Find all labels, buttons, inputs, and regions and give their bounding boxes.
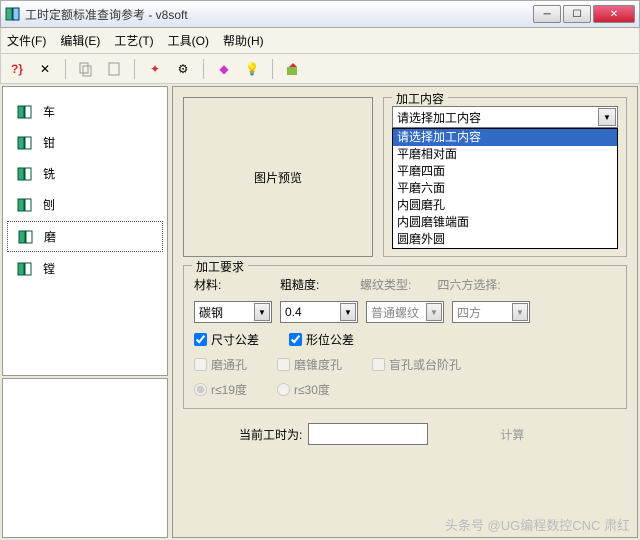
paste-icon[interactable] xyxy=(104,59,124,79)
minimize-button[interactable]: ─ xyxy=(533,5,561,23)
group-legend: 加工要求 xyxy=(192,258,248,275)
bulb-icon[interactable]: 💡 xyxy=(242,59,262,79)
book-icon xyxy=(18,230,34,244)
blind-hole-checkbox: 盲孔或台阶孔 xyxy=(372,356,461,373)
menu-edit[interactable]: 编辑(E) xyxy=(60,32,100,49)
copy-icon[interactable] xyxy=(76,59,96,79)
dropdown-option[interactable]: 平磨四面 xyxy=(393,163,617,180)
separator xyxy=(134,59,135,79)
material-label: 材料: xyxy=(194,276,234,293)
dropdown-option[interactable]: 平磨六面 xyxy=(393,180,617,197)
tree-label: 车 xyxy=(43,103,55,120)
titlebar: 工时定额标准查询参考 - v8soft ─ ☐ ✕ xyxy=(0,0,640,28)
tree-item-planer[interactable]: 刨 xyxy=(7,190,163,219)
exit-icon[interactable] xyxy=(283,59,303,79)
taper-hole-checkbox: 磨锥度孔 xyxy=(277,356,342,373)
thread-label: 螺纹类型: xyxy=(360,276,411,293)
toolbar: ?} ✕ ✦ ⚙ ◆ 💡 xyxy=(0,54,640,84)
dropdown-option[interactable]: 内圆磨锥端面 xyxy=(393,214,617,231)
separator xyxy=(272,59,273,79)
book-icon xyxy=(17,105,33,119)
tree-item-mill[interactable]: 铣 xyxy=(7,159,163,188)
chevron-down-icon[interactable]: ▼ xyxy=(340,303,356,321)
through-hole-checkbox: 磨通孔 xyxy=(194,356,247,373)
dropdown-option[interactable]: 内圆磨孔 xyxy=(393,197,617,214)
position-tolerance-checkbox[interactable]: 形位公差 xyxy=(289,331,354,348)
wand-icon[interactable]: ✦ xyxy=(145,59,165,79)
roughness-label: 粗糙度: xyxy=(280,276,320,293)
radius-19-radio: r≤19度 xyxy=(194,381,247,398)
chevron-down-icon: ▼ xyxy=(512,303,528,321)
current-hours-input[interactable] xyxy=(308,423,428,445)
book-icon xyxy=(17,198,33,212)
tree-item-lathe[interactable]: 车 xyxy=(7,97,163,126)
dropdown-option[interactable]: 平磨相对面 xyxy=(393,146,617,163)
tree-item-fitter[interactable]: 钳 xyxy=(7,128,163,157)
tree-label: 钳 xyxy=(43,134,55,151)
menubar: 文件(F) 编辑(E) 工艺(T) 工具(O) 帮助(H) xyxy=(0,28,640,54)
tree-label: 刨 xyxy=(43,196,55,213)
separator xyxy=(65,59,66,79)
lower-left-panel xyxy=(2,378,168,538)
requirements-group: 加工要求 材料: 粗糙度: 螺纹类型: 四六方选择: 碳钢▼ 0.4▼ 普通螺纹… xyxy=(183,265,627,409)
menu-craft[interactable]: 工艺(T) xyxy=(114,32,153,49)
window-title: 工时定额标准查询参考 - v8soft xyxy=(25,6,533,23)
content-combo[interactable]: 请选择加工内容 ▼ xyxy=(392,106,618,128)
tool-icon[interactable]: ⚙ xyxy=(173,59,193,79)
image-preview: 图片预览 xyxy=(183,97,373,257)
processing-content-group: 加工内容 请选择加工内容 ▼ 请选择加工内容 平磨相对面 平磨四面 平磨六面 内… xyxy=(383,97,627,257)
radius-30-radio: r≤30度 xyxy=(277,381,330,398)
material-select[interactable]: 碳钢▼ xyxy=(194,301,272,323)
separator xyxy=(203,59,204,79)
delete-icon[interactable]: ✕ xyxy=(35,59,55,79)
dropdown-option[interactable]: 请选择加工内容 xyxy=(393,129,617,146)
chevron-down-icon[interactable]: ▼ xyxy=(254,303,270,321)
menu-help[interactable]: 帮助(H) xyxy=(223,32,264,49)
help-icon[interactable]: ?} xyxy=(7,59,27,79)
menu-tool[interactable]: 工具(O) xyxy=(168,32,209,49)
calc-label: 计算 xyxy=(500,426,524,443)
book-icon xyxy=(17,262,33,276)
size-tolerance-checkbox[interactable]: 尺寸公差 xyxy=(194,331,259,348)
menu-file[interactable]: 文件(F) xyxy=(7,32,46,49)
preview-label: 图片预览 xyxy=(254,169,302,186)
current-hours-label: 当前工时为: xyxy=(239,426,302,443)
content-dropdown[interactable]: 请选择加工内容 平磨相对面 平磨四面 平磨六面 内圆磨孔 内圆磨锥端面 圆磨外圆 xyxy=(392,128,618,249)
tree-item-grind[interactable]: 磨 xyxy=(7,221,163,252)
square-label: 四六方选择: xyxy=(437,276,500,293)
thread-select: 普通螺纹▼ xyxy=(366,301,444,323)
dropdown-option[interactable]: 圆磨外圆 xyxy=(393,231,617,248)
tree-label: 铣 xyxy=(43,165,55,182)
group-legend: 加工内容 xyxy=(392,90,448,107)
category-tree: 车 钳 铣 刨 磨 镗 xyxy=(2,86,168,376)
chevron-down-icon: ▼ xyxy=(426,303,442,321)
tree-label: 磨 xyxy=(44,228,56,245)
book-icon xyxy=(17,136,33,150)
book-icon xyxy=(17,167,33,181)
roughness-select[interactable]: 0.4▼ xyxy=(280,301,358,323)
combo-value: 请选择加工内容 xyxy=(397,109,481,126)
book-icon[interactable]: ◆ xyxy=(214,59,234,79)
close-button[interactable]: ✕ xyxy=(593,5,635,23)
tree-label: 镗 xyxy=(43,260,55,277)
chevron-down-icon[interactable]: ▼ xyxy=(598,108,616,126)
square-select: 四方▼ xyxy=(452,301,530,323)
maximize-button[interactable]: ☐ xyxy=(563,5,591,23)
app-icon xyxy=(5,6,21,22)
tree-item-boring[interactable]: 镗 xyxy=(7,254,163,283)
